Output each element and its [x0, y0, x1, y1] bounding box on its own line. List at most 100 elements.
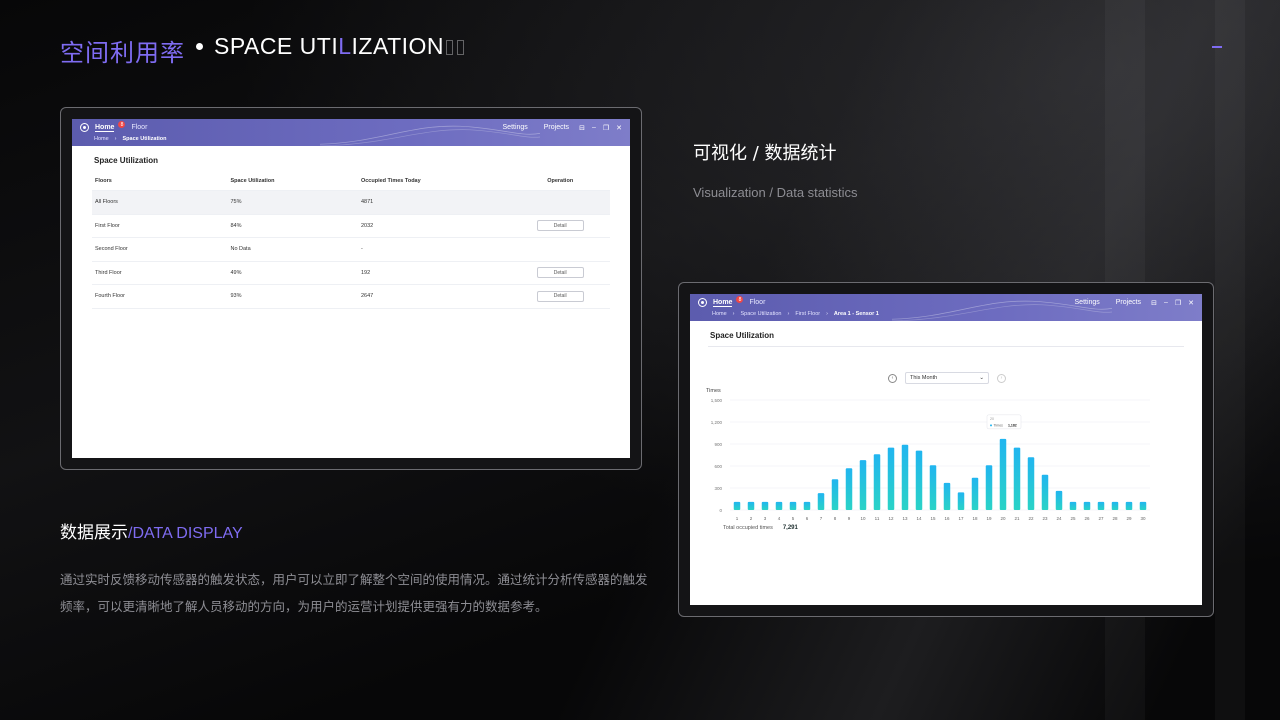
chart-bar [831, 479, 839, 510]
x-tick-label: 2 [750, 516, 753, 520]
chart-bar [1097, 501, 1105, 510]
corner-dash [1212, 46, 1222, 48]
app-header: Home 8 Floor Settings Projects ⊟ – ❐ ✕ H… [690, 294, 1202, 321]
nav-floor[interactable]: Floor [749, 299, 765, 306]
table-row[interactable]: Third Floor 49% 192 Detail [92, 262, 610, 285]
chart-bar [859, 460, 867, 510]
x-tick-label: 25 [1070, 516, 1076, 520]
chart-bar [957, 492, 965, 510]
breadcrumb-current: Area 1 - Sensor 1 [833, 311, 879, 317]
export-icon[interactable]: ⊟ [579, 124, 585, 132]
x-tick-label: 15 [930, 516, 936, 520]
page-title-en: SPACE UTILIZATION [214, 33, 445, 59]
tooltip-dot-icon [990, 424, 992, 427]
table-app-window: Home 8 Floor Settings Projects ⊟ – ❐ ✕ H… [72, 119, 630, 458]
breadcrumb: Home › Space Utilization [72, 136, 630, 146]
x-tick-label: 14 [916, 516, 922, 520]
close-icon[interactable]: ✕ [616, 124, 622, 132]
chart-bar [901, 444, 909, 510]
x-tick-label: 5 [792, 516, 795, 520]
chart-bar [1125, 501, 1133, 510]
chart-bar [817, 493, 825, 510]
chart-bar [873, 454, 881, 510]
breadcrumb-home[interactable]: Home [712, 311, 727, 317]
minimize-icon[interactable]: – [592, 124, 596, 131]
breadcrumb: Home › Space Utilization › First Floor ›… [690, 311, 1202, 321]
cell-floor: All Floors [95, 199, 118, 206]
tooltip-label: Times [994, 423, 1004, 427]
chart-bar [775, 501, 783, 510]
y-tick-label: 300 [714, 486, 722, 491]
breadcrumb-separator-icon: › [114, 136, 117, 142]
x-tick-label: 26 [1084, 516, 1090, 520]
notification-badge: 8 [118, 121, 126, 128]
chart-bar [845, 468, 853, 510]
chart-bar [1055, 490, 1063, 510]
app-header: Home 8 Floor Settings Projects ⊟ – ❐ ✕ H… [72, 119, 630, 146]
notification-badge: 8 [736, 296, 744, 303]
x-tick-label: 21 [1014, 516, 1020, 520]
chart-bar [789, 501, 797, 510]
maximize-icon[interactable]: ❐ [603, 124, 609, 132]
cell-times: - [360, 246, 363, 253]
detail-button[interactable]: Detail [536, 220, 584, 232]
breadcrumb-first-floor[interactable]: First Floor [795, 311, 820, 317]
table-screenshot-frame: Home 8 Floor Settings Projects ⊟ – ❐ ✕ H… [60, 107, 642, 470]
x-tick-label: 17 [958, 516, 964, 520]
chart-bar [1013, 447, 1021, 510]
maximize-icon[interactable]: ❐ [1175, 299, 1181, 307]
x-tick-label: 24 [1056, 516, 1062, 520]
chart-bar [1069, 501, 1077, 510]
section-title-cn: 可视化 / 数据统计 [693, 143, 837, 164]
nav-projects[interactable]: Projects [544, 124, 569, 131]
chart-bar [887, 447, 895, 510]
x-tick-label: 8 [834, 516, 837, 520]
nav-floor[interactable]: Floor [131, 124, 147, 131]
x-tick-label: 7 [820, 516, 823, 520]
breadcrumb-separator-icon: › [787, 311, 790, 317]
chart-bar [1083, 501, 1091, 510]
x-tick-label: 16 [944, 516, 950, 520]
nav-home[interactable]: Home [713, 299, 733, 307]
detail-button[interactable]: Detail [536, 267, 584, 279]
nav-projects[interactable]: Projects [1116, 299, 1141, 306]
x-tick-label: 12 [888, 516, 894, 520]
export-icon[interactable]: ⊟ [1151, 299, 1157, 307]
table-row[interactable]: First Floor 84% 2032 Detail [92, 215, 610, 238]
cell-times: 2647 [360, 293, 374, 300]
table-row[interactable]: All Floors 75% 4871 [92, 191, 610, 215]
app-logo-icon [80, 123, 89, 132]
x-tick-label: 3 [764, 516, 767, 520]
breadcrumb-separator-icon: › [732, 311, 735, 317]
x-tick-label: 13 [902, 516, 908, 520]
chart-bar [747, 501, 755, 510]
minimize-icon[interactable]: – [1164, 299, 1168, 306]
nav-settings[interactable]: Settings [1075, 299, 1100, 306]
nav-settings[interactable]: Settings [503, 124, 528, 131]
nav-home[interactable]: Home [95, 124, 115, 132]
y-axis-label: Times [706, 388, 721, 394]
cell-util: 75% [230, 199, 242, 206]
x-tick-label: 22 [1028, 516, 1034, 520]
chart-bar [733, 501, 741, 510]
panel-title: Space Utilization [94, 156, 159, 165]
breadcrumb-space-utilization[interactable]: Space Utilization [741, 311, 782, 317]
cell-util: 49% [230, 269, 242, 276]
x-tick-label: 18 [972, 516, 978, 520]
table-row[interactable]: Second Floor No Data - [92, 238, 610, 262]
tooltip-category: 20 [990, 417, 994, 421]
x-tick-label: 6 [806, 516, 809, 520]
chart-bar [985, 465, 993, 510]
table-header-row: Floors Space Utilization Occupied Times … [92, 171, 610, 191]
col-header-floors: Floors [95, 177, 112, 184]
cell-operation: Detail [510, 220, 610, 232]
tooltip-value: 1,182 [1008, 423, 1017, 427]
close-icon[interactable]: ✕ [1188, 299, 1194, 307]
breadcrumb-separator-icon: › [826, 311, 828, 317]
table-row[interactable]: Fourth Floor 93% 2647 Detail [92, 285, 610, 309]
bar-chart: Times03006009001,2001,5001 2 3 4 5 6 7 8 9 10 11 12… [706, 388, 1150, 520]
cell-times: 2032 [360, 222, 374, 229]
breadcrumb-home[interactable]: Home [94, 136, 109, 142]
detail-button[interactable]: Detail [536, 290, 584, 302]
y-tick-label: 0 [719, 508, 722, 513]
